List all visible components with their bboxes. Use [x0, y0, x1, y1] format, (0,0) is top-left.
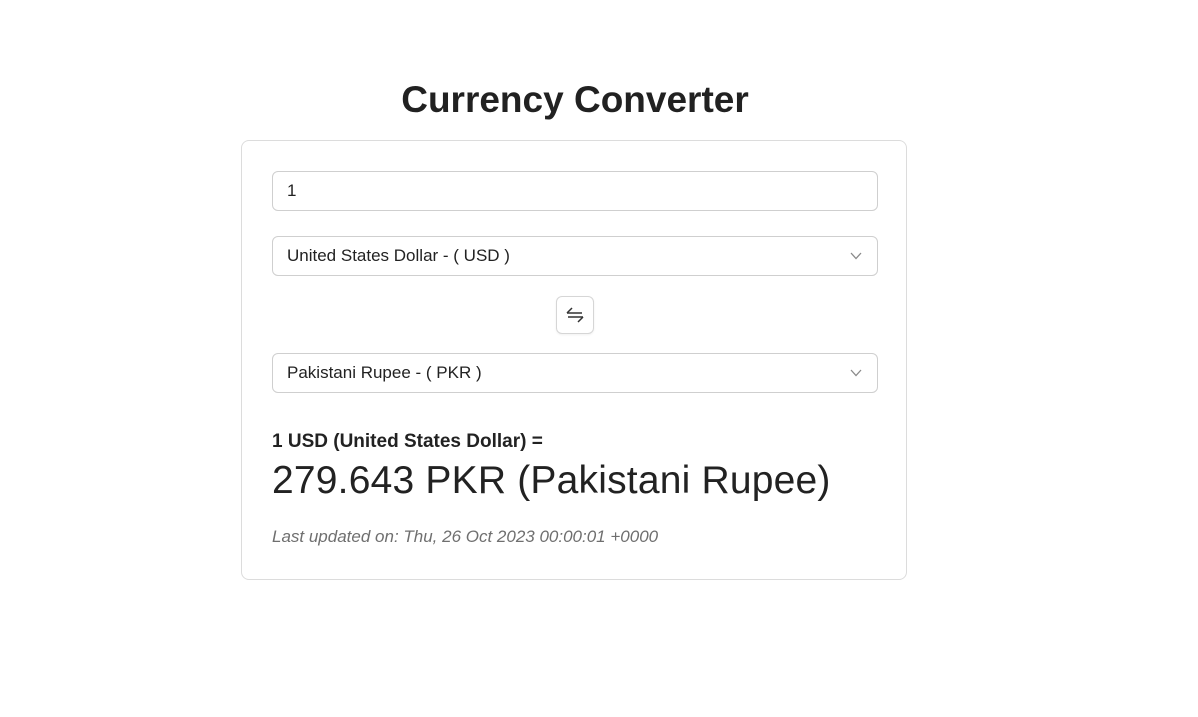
amount-input[interactable]	[272, 171, 878, 211]
from-currency-select[interactable]: United States Dollar - ( USD )	[272, 236, 878, 276]
last-updated-text: Last updated on: Thu, 26 Oct 2023 00:00:…	[272, 527, 659, 546]
to-currency-select[interactable]: Pakistani Rupee - ( PKR )	[272, 353, 878, 393]
to-currency-value: Pakistani Rupee - ( PKR )	[287, 363, 482, 382]
from-currency-value: United States Dollar - ( USD )	[287, 246, 510, 265]
swap-currencies-button[interactable]	[556, 296, 594, 334]
result-converted-amount: 279.643 PKR (Pakistani Rupee)	[272, 459, 831, 502]
page-title: Currency Converter	[401, 79, 749, 120]
chevron-down-icon	[849, 366, 863, 380]
swap-arrows-icon	[565, 306, 585, 324]
result-source-amount: 1 USD (United States Dollar) =	[272, 431, 543, 452]
converter-card: United States Dollar - ( USD ) Pakistani…	[241, 140, 907, 580]
chevron-down-icon	[849, 249, 863, 263]
